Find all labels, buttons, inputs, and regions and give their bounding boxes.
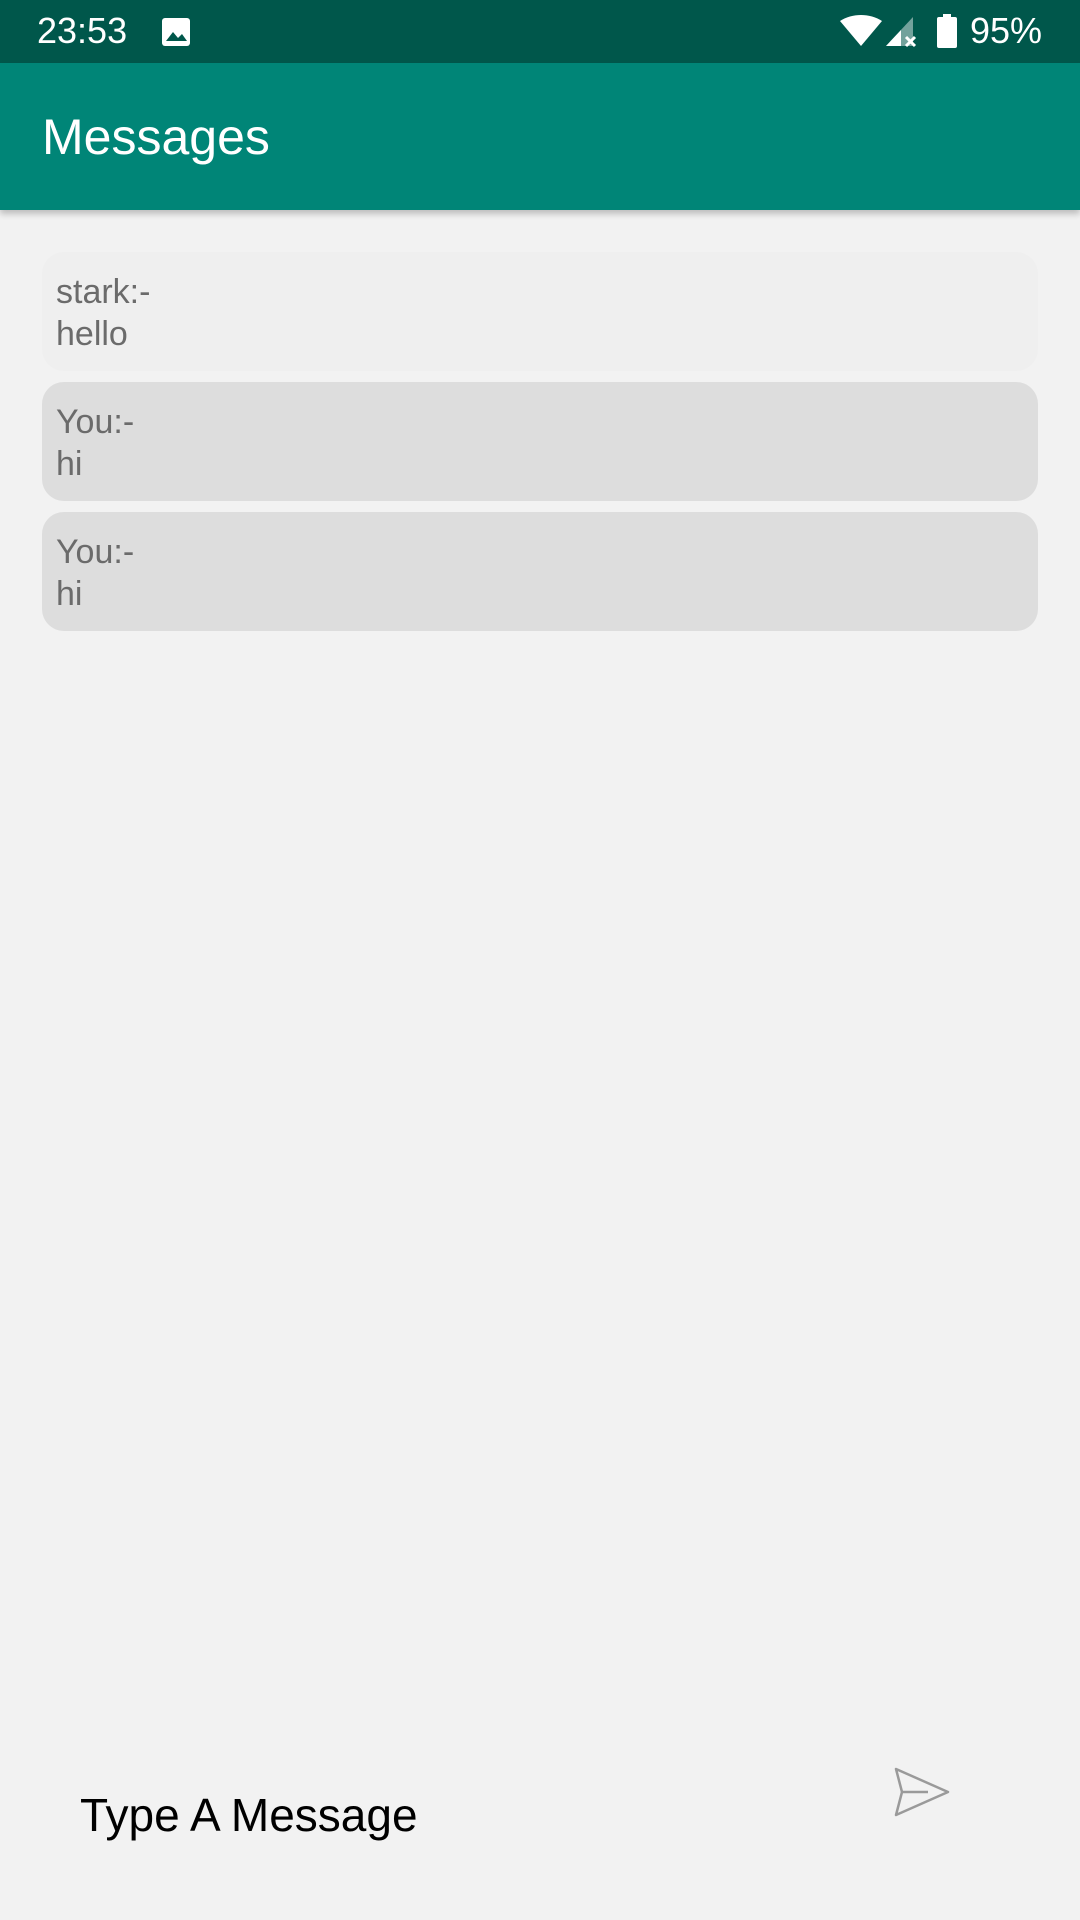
message-input[interactable] [66, 1780, 854, 1850]
battery-percentage: 95% [969, 10, 1042, 51]
message-list[interactable]: stark:- hello You:- hi You:- hi [42, 252, 1038, 642]
wifi-icon [840, 15, 882, 52]
message-composer [0, 1740, 1080, 1920]
list-item[interactable]: You:- hi [42, 512, 1038, 631]
message-sender: You:- [56, 403, 135, 441]
message-text: hi [56, 575, 83, 613]
list-item[interactable]: stark:- hello [42, 252, 1038, 371]
battery-icon [937, 14, 957, 53]
send-icon [894, 1767, 950, 1817]
status-time: 23:53 [37, 10, 128, 51]
list-item[interactable]: You:- hi [42, 382, 1038, 501]
signal-no-data-icon [886, 15, 918, 54]
image-icon [161, 17, 191, 52]
send-button[interactable] [880, 1750, 964, 1834]
message-sender: You:- [56, 533, 135, 571]
message-text: hi [56, 445, 83, 483]
page-title: Messages [42, 109, 270, 165]
status-bar: 23:53 95% [0, 0, 1080, 63]
app-bar: Messages [0, 63, 1080, 210]
message-sender: stark:- [56, 273, 151, 311]
message-text: hello [56, 315, 128, 353]
